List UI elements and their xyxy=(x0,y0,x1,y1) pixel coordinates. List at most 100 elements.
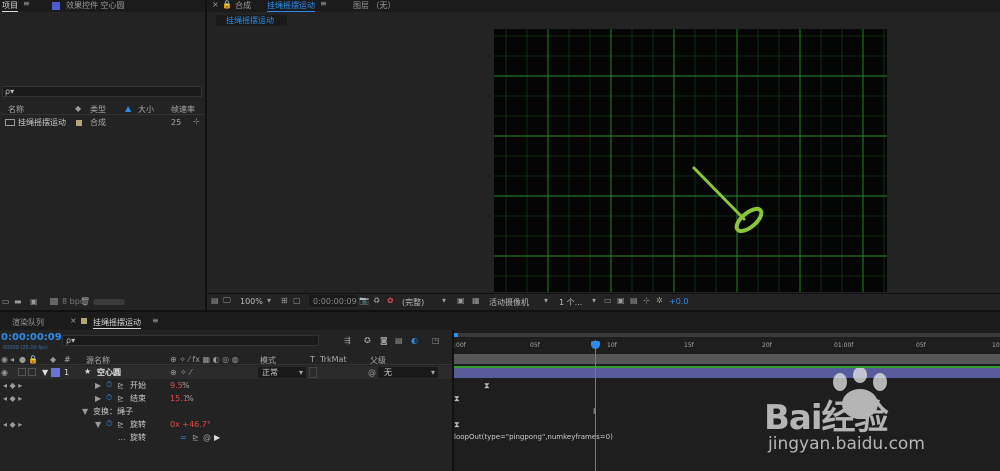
new-folder-icon[interactable]: ▬ xyxy=(14,298,22,306)
fast-preview-icon[interactable]: ▣ xyxy=(457,297,465,305)
thumbnail-slider[interactable] xyxy=(93,299,125,305)
tab-project[interactable]: 项目 xyxy=(2,0,18,12)
tab-effect-controls[interactable]: 效果控件 空心圆 xyxy=(66,0,125,11)
viewer-timecode[interactable]: 0:00:00:09 xyxy=(313,297,357,306)
col-fps[interactable]: 帧速率 xyxy=(171,104,195,115)
timeline-search-input[interactable]: ρ▾ xyxy=(62,335,319,346)
close-timeline-tab-icon[interactable]: × xyxy=(70,317,77,325)
work-area-bar[interactable] xyxy=(454,354,1000,364)
expand-property-icon[interactable]: ▶ xyxy=(95,382,101,390)
expand-property-icon[interactable]: ▼ xyxy=(95,421,101,429)
blend-mode-dropdown[interactable]: 正常 ▾ xyxy=(258,367,306,378)
flowchart-view-icon[interactable]: ⊹ xyxy=(643,297,650,305)
layer-name[interactable]: 空心圆 xyxy=(97,366,121,379)
show-snapshot-icon[interactable]: ♻ xyxy=(373,297,380,305)
layer-switch-quality-icon[interactable]: ✧ xyxy=(180,369,187,377)
col-size[interactable]: 大小 xyxy=(138,104,154,115)
col-name[interactable]: 名称 xyxy=(8,104,24,115)
keyframe-nav-icon[interactable]: ◂ ◆ ▸ xyxy=(3,382,22,390)
comp-breadcrumb[interactable]: 挂绳摇摆运动 xyxy=(216,15,287,26)
motion-blur-icon[interactable]: ◐ xyxy=(411,337,418,345)
expression-enable-icon[interactable]: = xyxy=(180,434,187,442)
stopwatch-icon[interactable]: ⏱ xyxy=(106,394,112,402)
expression-row[interactable]: ... 旋转 = ⊵ @ ▶ xyxy=(0,431,452,444)
channel-icon[interactable]: ✿ xyxy=(387,297,394,305)
expand-transform-icon[interactable]: ▼ xyxy=(82,408,88,416)
flowchart-icon[interactable]: ⊹ xyxy=(193,118,200,126)
parent-dropdown[interactable]: 无 ▾ xyxy=(378,367,438,378)
monitor-icon[interactable]: 🖵 xyxy=(223,297,231,305)
property-rotation-value[interactable]: 0x +46.7° xyxy=(170,418,211,431)
composition-canvas[interactable] xyxy=(494,29,887,292)
lock-icon[interactable]: 🔒 xyxy=(222,1,232,9)
zoom-chevron-icon[interactable]: ▾ xyxy=(267,297,271,305)
frame-blending-icon[interactable]: ▤ xyxy=(395,337,403,345)
layer-switch-shy-icon[interactable]: ⊕ xyxy=(170,369,177,377)
interpret-footage-icon[interactable]: ▭ xyxy=(2,298,10,306)
close-tab-icon[interactable]: × xyxy=(212,1,219,9)
keyframe-end[interactable]: ⧗ xyxy=(454,395,460,403)
tab-timeline-comp[interactable]: 挂绳摇摆运动 xyxy=(93,317,141,329)
expression-graph-icon[interactable]: ⊵ xyxy=(192,434,199,442)
expand-property-icon[interactable]: ▶ xyxy=(95,395,101,403)
camera-chevron-icon[interactable]: ▾ xyxy=(544,297,548,305)
timeline-icon[interactable]: ▤ xyxy=(630,297,638,305)
playhead-line[interactable] xyxy=(595,340,596,471)
viewer-menu-icon[interactable]: ≡ xyxy=(320,0,327,8)
resolution-dropdown[interactable]: (完整) xyxy=(402,297,424,308)
views-chevron-icon[interactable]: ▾ xyxy=(592,297,596,305)
col-source-name[interactable]: 源名称 xyxy=(86,355,110,366)
tab-layer-viewer[interactable]: 图层 （无） xyxy=(353,0,396,11)
trash-icon[interactable]: 🗑 xyxy=(80,298,90,306)
tab-render-queue[interactable]: 渲染队列 xyxy=(12,317,44,328)
property-start-value[interactable]: 9.5 xyxy=(170,379,183,392)
composition-mini-flowchart-icon[interactable]: ⇶ xyxy=(344,337,351,345)
composition-tab[interactable]: 挂绳摇摆运动 xyxy=(267,0,315,12)
layer-row[interactable]: ◉ ▼ 1 ★ 空心圆 ⊕ ✧ ⁄ 正常 ▾ @ 无 ▾ xyxy=(0,366,452,379)
stopwatch-icon[interactable]: ⏱ xyxy=(106,381,112,389)
expression-language-menu-icon[interactable]: ▶ xyxy=(214,434,220,442)
toggle-pixel-aspect-icon[interactable]: ▭ xyxy=(604,297,612,305)
navigator-start-handle[interactable] xyxy=(454,333,458,337)
always-preview-icon[interactable]: ▤ xyxy=(211,297,219,305)
project-search-input[interactable]: ρ▾ xyxy=(2,86,202,97)
zoom-dropdown[interactable]: 100% xyxy=(240,297,263,306)
timeline-menu-icon[interactable]: ≡ xyxy=(152,317,159,325)
views-dropdown[interactable]: 1 个... xyxy=(559,297,582,308)
shy-layers-icon[interactable]: ◙ xyxy=(380,337,388,345)
time-ruler[interactable]: :00f 05f 10f 15f 20f 01:00f 05f 10f xyxy=(454,340,1000,352)
new-comp-icon[interactable]: ▣ xyxy=(30,298,38,306)
safe-zones-icon[interactable]: ⊞ xyxy=(281,297,288,305)
exposure-reset-icon[interactable]: ✲ xyxy=(656,297,663,305)
composition-tab-prefix[interactable]: 合成 xyxy=(235,0,251,11)
pick-whip-icon[interactable]: @ xyxy=(368,369,376,377)
expression-editor-text[interactable]: loopOut(type="pingpong",numkeyframes=0) xyxy=(454,433,613,441)
property-row-start[interactable]: ◂ ◆ ▸ ▶ ⏱ ⊵ 开始 9.5 % xyxy=(0,379,452,392)
camera-snapshot-icon[interactable]: 📷 xyxy=(359,297,369,305)
preserve-transparency-box[interactable] xyxy=(309,367,317,378)
transform-group-row[interactable]: ▼ 变换：绳子 xyxy=(0,405,452,418)
region-of-interest-icon[interactable]: ▢ xyxy=(293,297,301,305)
project-item-row[interactable]: 挂绳摇摆运动 合成 25 ⊹ xyxy=(0,116,205,129)
time-navigator[interactable] xyxy=(454,333,1000,337)
exposure-value[interactable]: +0.0 xyxy=(669,297,688,306)
expand-layer-icon[interactable]: ▼ xyxy=(42,369,48,377)
property-row-rotation[interactable]: ◂ ◆ ▸ ▼ ⏱ ⊵ 旋转 0x +46.7° xyxy=(0,418,452,431)
eye-icon[interactable]: ◉ xyxy=(1,369,8,377)
keyframe-nav-icon[interactable]: ◂ ◆ ▸ xyxy=(3,395,22,403)
menu-icon[interactable]: ≡ xyxy=(23,0,30,8)
keyframe-start[interactable]: ⧗ xyxy=(484,382,490,390)
keyframe-rotation[interactable]: ⧗ xyxy=(454,421,460,429)
camera-dropdown[interactable]: 活动摄像机 xyxy=(489,297,529,308)
col-type[interactable]: 类型 xyxy=(90,104,106,115)
draft-3d-icon[interactable]: ✪ xyxy=(364,337,371,345)
transparency-grid-icon[interactable]: ▦ xyxy=(472,297,480,305)
keyframe-nav-icon[interactable]: ◂ ◆ ▸ xyxy=(3,421,22,429)
stopwatch-icon[interactable]: ⏱ xyxy=(106,420,112,428)
graph-editor-icon[interactable]: ◳ xyxy=(432,337,440,345)
resolution-chevron-icon[interactable]: ▾ xyxy=(442,297,446,305)
render-icon[interactable]: ▣ xyxy=(617,297,625,305)
layer-label-color[interactable] xyxy=(51,368,60,377)
current-time-display[interactable]: 0:00:00:09 xyxy=(1,332,62,343)
expression-pickwhip-icon[interactable]: @ xyxy=(203,434,211,442)
